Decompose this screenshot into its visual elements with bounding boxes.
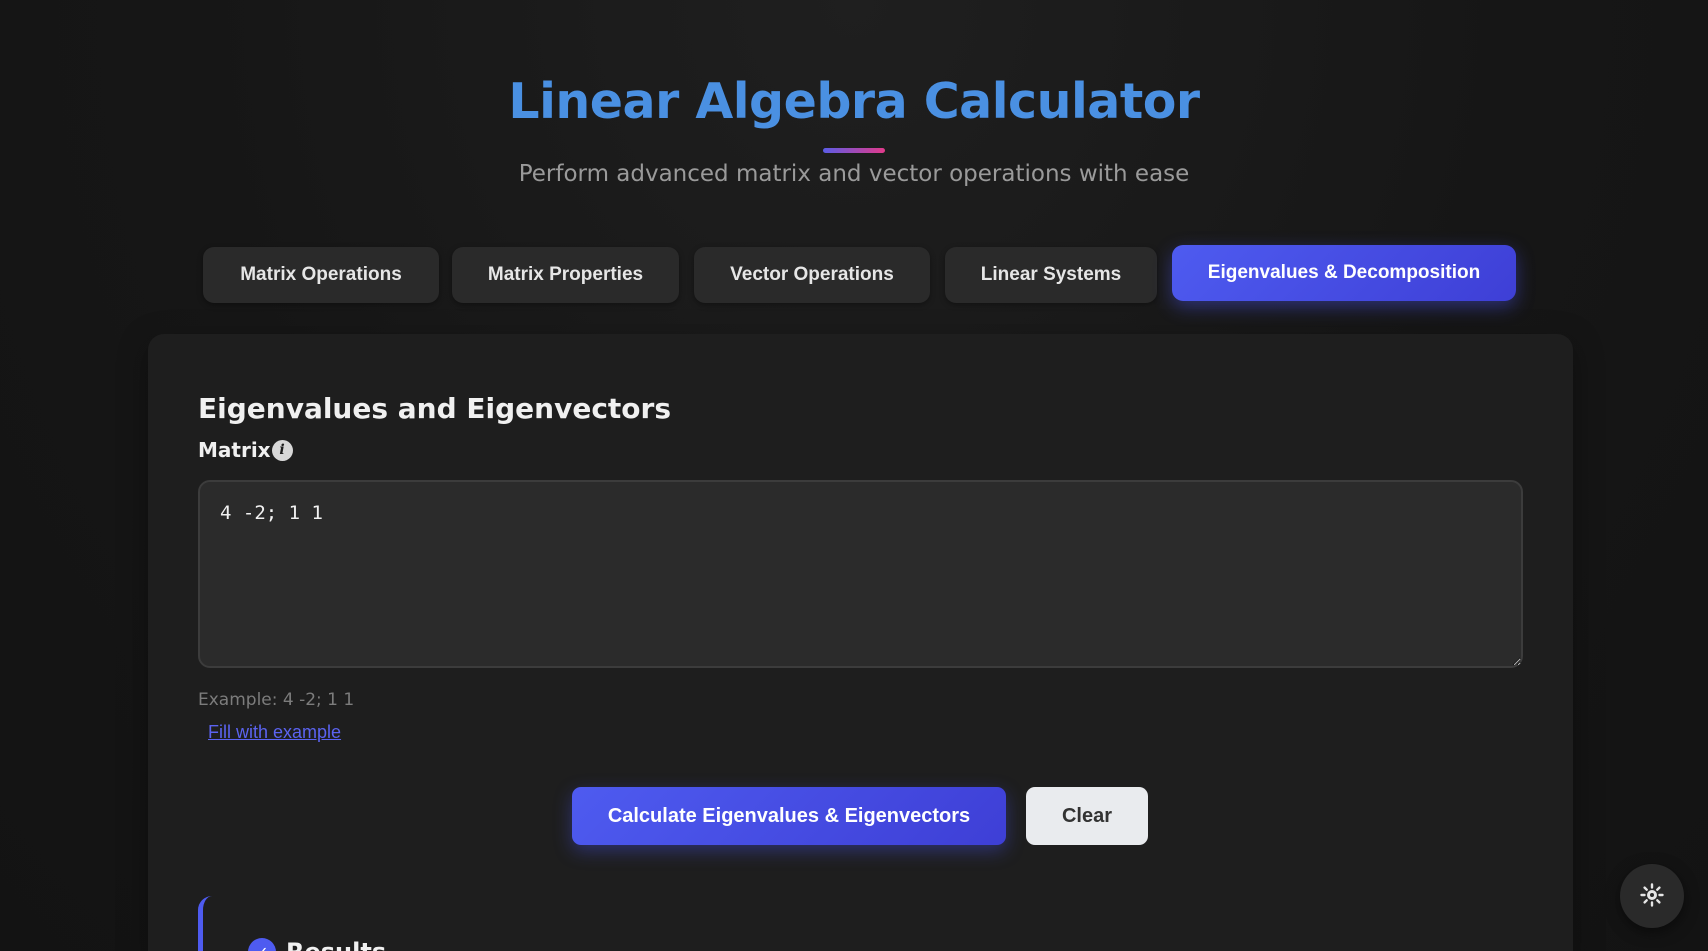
info-icon[interactable]: i [271, 439, 293, 461]
header: Linear Algebra Calculator Perform advanc… [0, 70, 1708, 187]
tab-linear-systems[interactable]: Linear Systems [945, 247, 1157, 303]
eigen-card: Eigenvalues and Eigenvectors Matrix i Ex… [148, 334, 1573, 951]
tab-eigenvalues-decomposition[interactable]: Eigenvalues & Decomposition [1172, 245, 1516, 301]
tab-matrix-properties[interactable]: Matrix Properties [452, 247, 679, 303]
calculate-button[interactable]: Calculate Eigenvalues & Eigenvectors [572, 787, 1006, 845]
page-title: Linear Algebra Calculator [508, 73, 1200, 130]
results-header: ✓ Results [248, 938, 386, 951]
theme-toggle-button[interactable] [1620, 864, 1684, 928]
fill-with-example-link[interactable]: Fill with example [208, 722, 341, 743]
tab-matrix-operations[interactable]: Matrix Operations [203, 247, 439, 303]
matrix-label: Matrix [198, 438, 271, 462]
clear-button[interactable]: Clear [1026, 787, 1148, 845]
results-title: Results [286, 938, 386, 951]
tab-bar: Matrix Operations Matrix Properties Vect… [0, 245, 1708, 305]
page-subtitle: Perform advanced matrix and vector opera… [518, 161, 1190, 187]
title-underline [823, 148, 885, 153]
check-icon: ✓ [248, 938, 276, 951]
example-hint: Example: 4 -2; 1 1 [198, 690, 355, 710]
matrix-field-label: Matrix i [198, 438, 293, 462]
sun-icon [1640, 882, 1664, 910]
tab-vector-operations[interactable]: Vector Operations [694, 247, 930, 303]
results-panel: ✓ Results [198, 896, 1523, 951]
section-title: Eigenvalues and Eigenvectors [198, 392, 672, 425]
page: Linear Algebra Calculator Perform advanc… [0, 0, 1708, 951]
matrix-input[interactable] [198, 480, 1523, 668]
